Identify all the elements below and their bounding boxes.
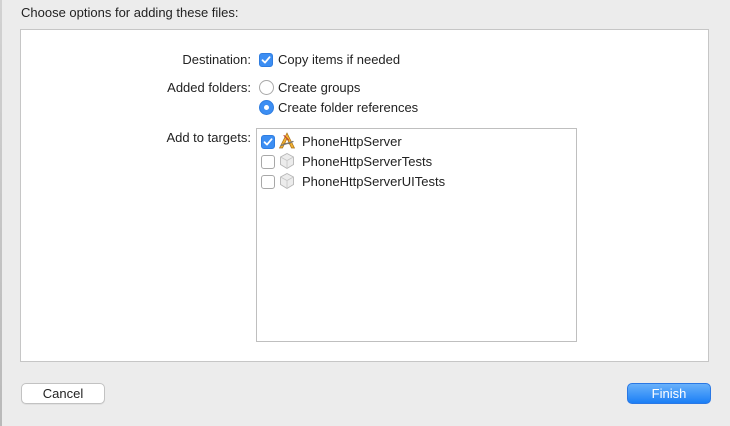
- copy-items-checkbox[interactable]: [259, 53, 273, 67]
- target-row-phonehttpservertests[interactable]: PhoneHttpServerTests: [257, 151, 576, 171]
- sheet-title: Choose options for adding these files:: [21, 5, 239, 20]
- create-groups-label[interactable]: Create groups: [278, 80, 360, 95]
- target-name: PhoneHttpServerUITests: [302, 174, 446, 189]
- target-checkbox-phonehttpserveruitests[interactable]: [261, 175, 275, 189]
- target-row-phonehttpserveruitests[interactable]: PhoneHttpServerUITests: [257, 171, 576, 191]
- cancel-button[interactable]: Cancel: [21, 383, 105, 404]
- target-checkbox-phonehttpservertests[interactable]: [261, 155, 275, 169]
- test-bundle-icon: [280, 172, 294, 190]
- checkmark-icon: [263, 138, 273, 146]
- test-bundle-icon: [280, 152, 294, 170]
- create-folder-references-label[interactable]: Create folder references: [278, 100, 418, 115]
- added-folders-label: Added folders:: [167, 80, 251, 95]
- create-groups-radio[interactable]: [259, 80, 274, 95]
- finish-button[interactable]: Finish: [627, 383, 711, 404]
- window-left-edge: [0, 0, 2, 426]
- target-row-phonehttpserver[interactable]: PhoneHttpServer: [257, 131, 576, 151]
- app-target-icon: [278, 132, 296, 149]
- checkmark-icon: [261, 56, 271, 64]
- create-folder-references-radio[interactable]: [259, 100, 274, 115]
- targets-list[interactable]: PhoneHttpServer PhoneHttpServerTests Pho…: [256, 128, 577, 342]
- destination-label: Destination:: [182, 52, 251, 67]
- options-panel: Destination: Copy items if needed Added …: [20, 29, 709, 362]
- target-checkbox-phonehttpserver[interactable]: [261, 135, 275, 149]
- copy-items-label[interactable]: Copy items if needed: [278, 52, 400, 67]
- target-name: PhoneHttpServerTests: [302, 154, 433, 169]
- add-to-targets-label: Add to targets:: [166, 130, 251, 145]
- target-name: PhoneHttpServer: [302, 134, 402, 149]
